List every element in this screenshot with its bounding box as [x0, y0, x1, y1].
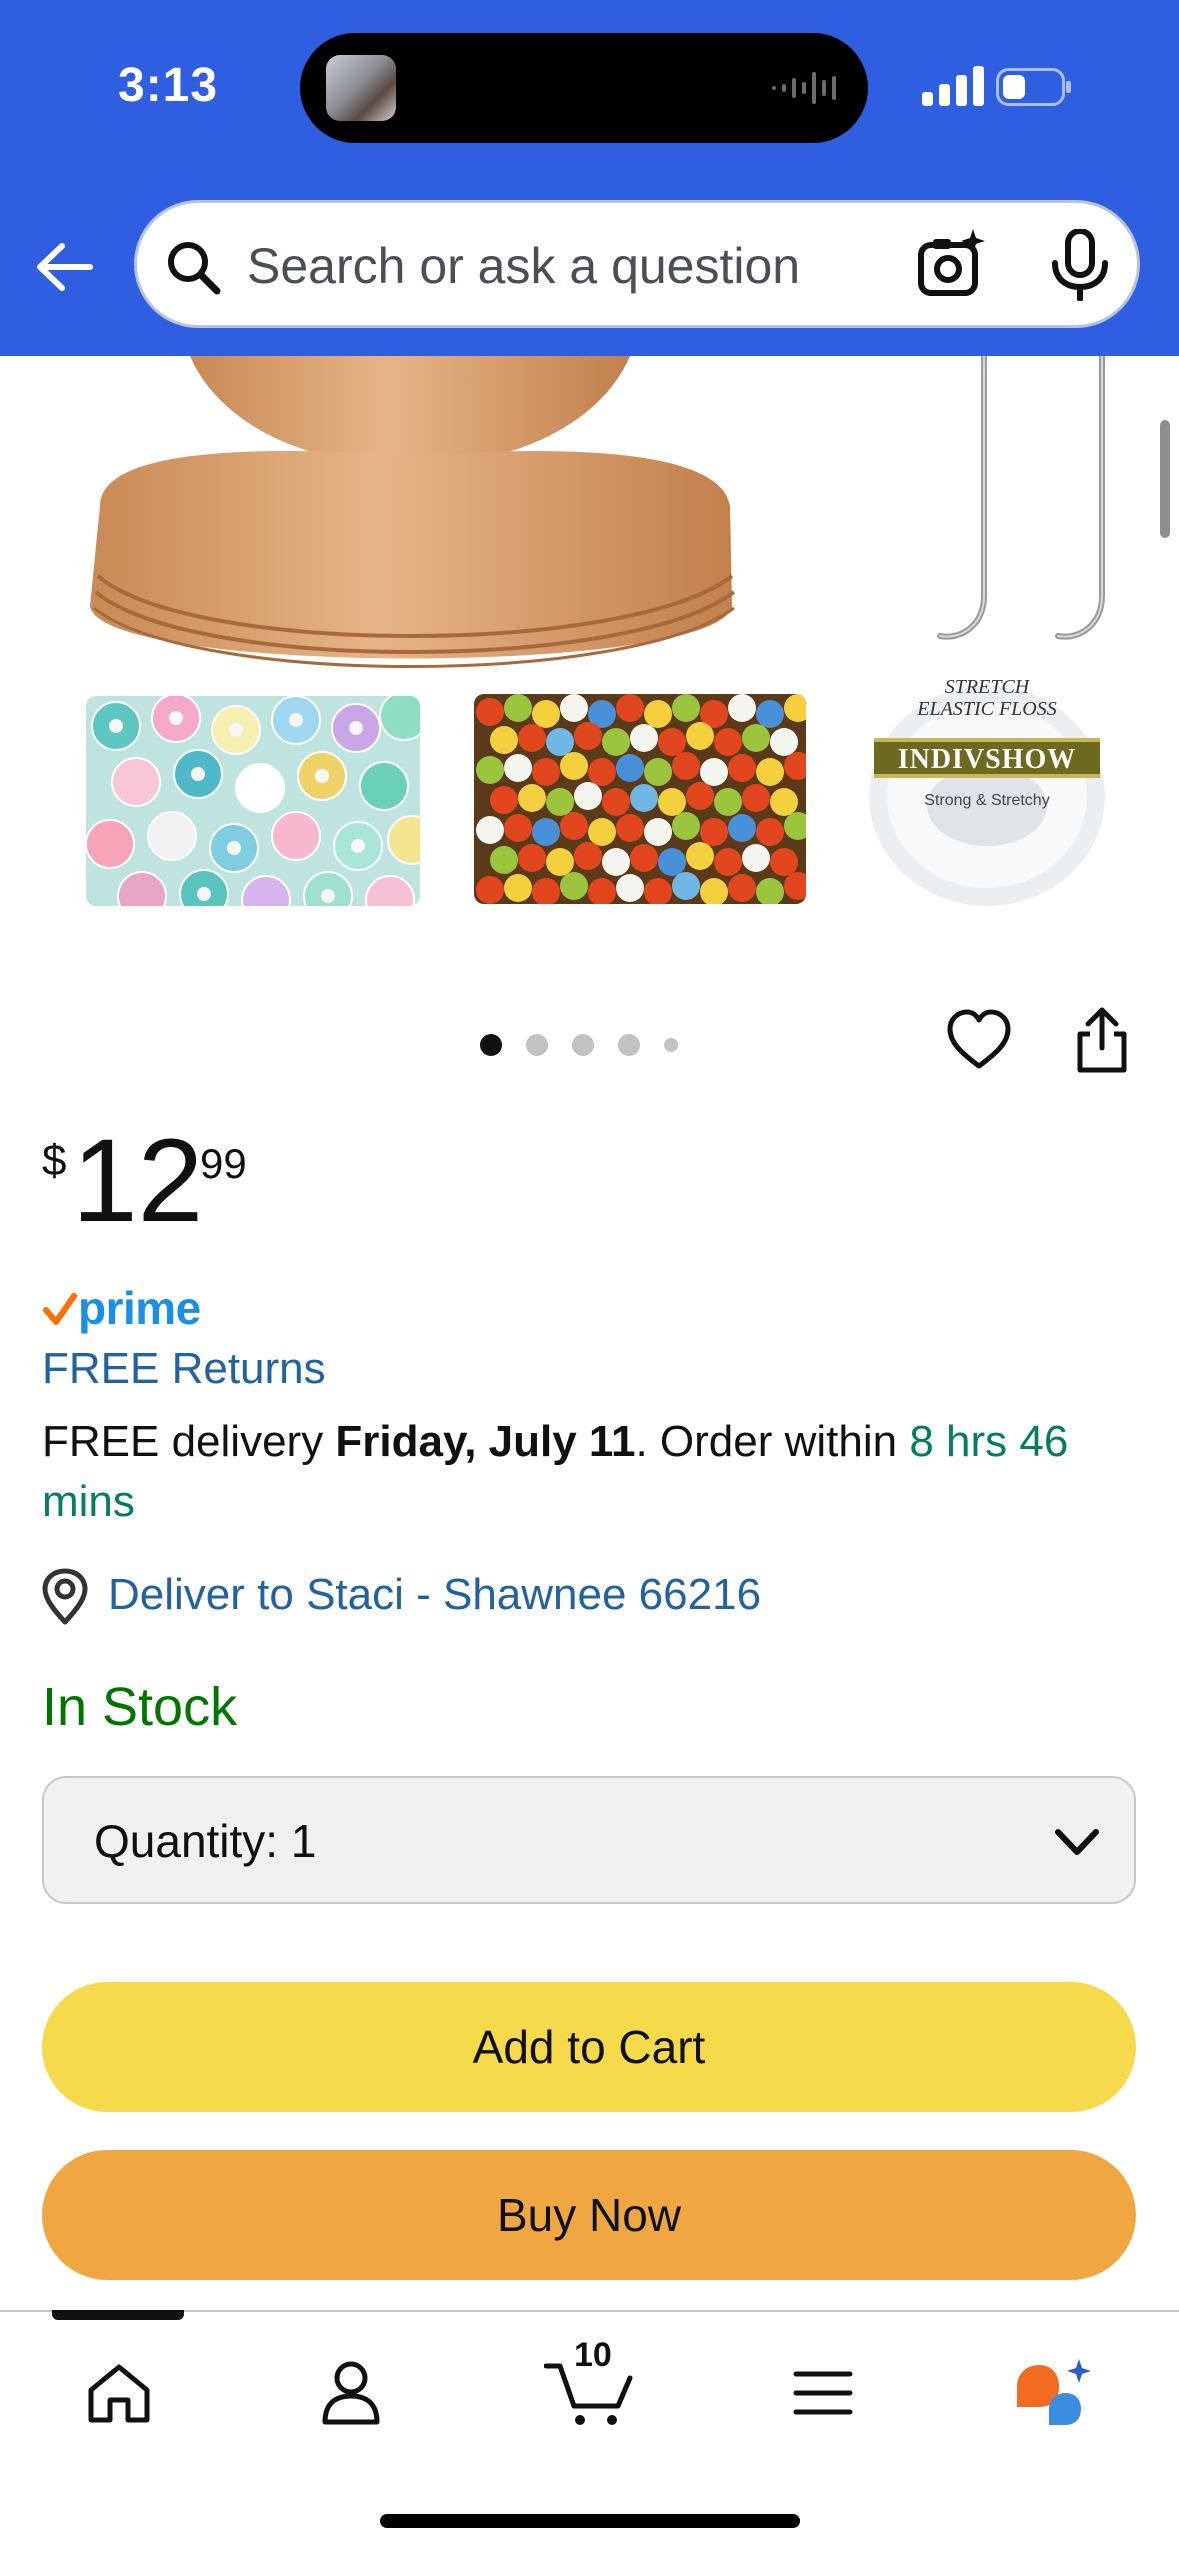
tab-menu[interactable]	[768, 2338, 878, 2448]
tab-account[interactable]	[296, 2338, 406, 2448]
camera-search-icon[interactable]	[915, 229, 987, 301]
floss-brand: INDIVSHOW	[897, 744, 1077, 775]
back-arrow-icon[interactable]	[30, 232, 100, 302]
quantity-label: Quantity:	[94, 1815, 279, 1867]
tab-home[interactable]	[64, 2338, 174, 2448]
location-pin-icon	[42, 1568, 88, 1625]
search-icon	[168, 242, 221, 295]
heart-icon[interactable]	[946, 1008, 1012, 1074]
carousel-dot[interactable]	[618, 1034, 640, 1056]
add-to-cart-button[interactable]: Add to Cart	[42, 1982, 1136, 2112]
delivery-prefix: FREE delivery	[42, 1417, 336, 1466]
seed-beads-image	[474, 694, 806, 904]
buy-now-button[interactable]: Buy Now	[42, 2150, 1136, 2280]
hamburger-menu-icon	[793, 2371, 853, 2415]
microphone-icon[interactable]	[1047, 229, 1113, 301]
search-input[interactable]	[247, 231, 807, 301]
cart-count-badge: 10	[574, 2336, 612, 2374]
prime-badge: prime	[42, 1278, 201, 1338]
price-fraction: 99	[200, 1140, 247, 1187]
delivery-info: FREE delivery Friday, July 11. Order wit…	[42, 1412, 1142, 1532]
elastic-floss-image: STRETCH ELASTIC FLOSS INDIVSHOW Strong &…	[862, 656, 1112, 916]
now-playing-thumbnail[interactable]	[326, 55, 396, 121]
quantity-dropdown[interactable]: Quantity: 1	[42, 1776, 1136, 1904]
product-image-carousel[interactable]: STRETCH ELASTIC FLOSS INDIVSHOW Strong &…	[0, 356, 1179, 996]
price-symbol: $	[42, 1136, 67, 1185]
status-time: 3:13	[118, 59, 219, 112]
page-scrollbar[interactable]	[1160, 420, 1170, 538]
carousel-dot[interactable]	[664, 1038, 678, 1052]
ai-assistant-icon	[1017, 2359, 1091, 2425]
prime-label: prime	[78, 1282, 201, 1334]
battery-icon	[996, 68, 1071, 106]
floss-subtitle: Strong & Stretchy	[924, 792, 1050, 809]
home-indicator[interactable]	[380, 2514, 800, 2528]
tab-rufus-assistant[interactable]	[1000, 2338, 1110, 2448]
delivery-date: Friday, July 11	[335, 1417, 636, 1466]
stock-status: In Stock	[42, 1677, 238, 1737]
carousel-dots[interactable]	[480, 1030, 678, 1060]
chevron-down-icon	[1055, 1829, 1099, 1855]
carousel-dot[interactable]	[480, 1034, 502, 1056]
bead-hooks-image	[937, 356, 1105, 640]
user-icon	[322, 2361, 380, 2425]
quantity-text: Quantity: 1	[94, 1814, 316, 1868]
clay-beads-image	[86, 696, 420, 906]
floss-label-line1: STRETCH	[944, 676, 1030, 698]
floss-label-line2: ELASTIC FLOSS	[917, 698, 1057, 720]
search-bar[interactable]	[134, 200, 1140, 328]
deliver-to-link[interactable]: Deliver to Staci - Shawnee 66216	[108, 1570, 761, 1620]
price-whole: 12	[72, 1115, 204, 1247]
free-returns-link[interactable]: FREE Returns	[42, 1344, 326, 1394]
prime-check-icon	[43, 1293, 77, 1325]
cellular-signal-icon	[922, 66, 984, 106]
wooden-stand-image	[90, 356, 736, 668]
active-tab-indicator	[52, 2310, 184, 2320]
delivery-middle: . Order within	[635, 1417, 910, 1466]
carousel-dot[interactable]	[526, 1034, 548, 1056]
home-icon	[88, 2364, 150, 2423]
quantity-value: 1	[290, 1815, 317, 1867]
share-icon[interactable]	[1072, 1006, 1132, 1074]
audio-wave-icon	[772, 72, 836, 104]
carousel-dot[interactable]	[572, 1034, 594, 1056]
